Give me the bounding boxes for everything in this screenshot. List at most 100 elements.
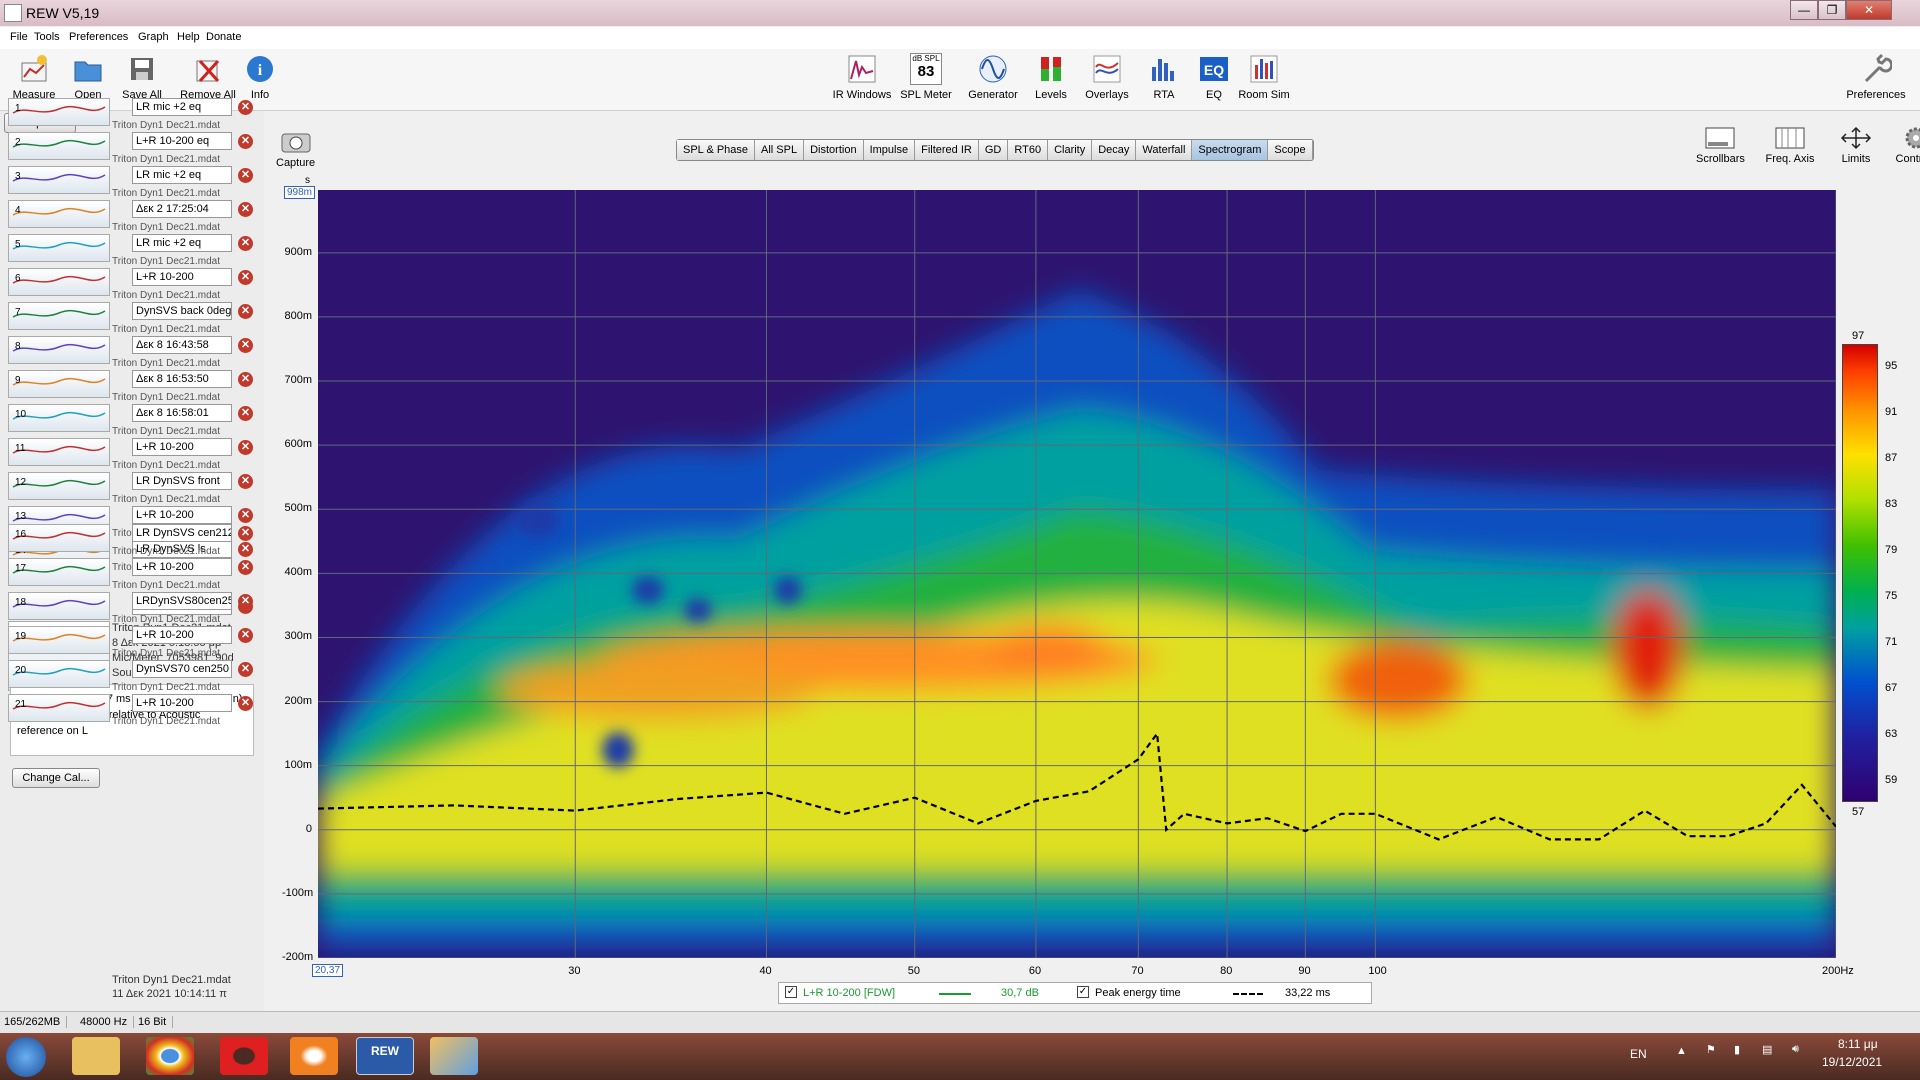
overlays-button[interactable]: Overlays [1075, 53, 1139, 101]
delete-measurement-icon[interactable]: ✕ [238, 304, 253, 319]
peak-checkbox[interactable]: ✓ [1077, 986, 1089, 998]
measurement-name[interactable]: Δεκ 8 16:58:01 [132, 404, 232, 422]
delete-measurement-icon[interactable]: ✕ [238, 134, 253, 149]
menu-graph[interactable]: Graph [138, 31, 169, 43]
measurement-name[interactable]: L+R 10-200 eq [132, 132, 232, 150]
x-min-field[interactable]: 20,37 [312, 964, 344, 977]
graph-tab[interactable]: SPL & Phase [677, 140, 756, 160]
menu-help[interactable]: Help [177, 31, 200, 43]
measurement-name[interactable]: LR mic +2 eq [132, 98, 232, 116]
measurement-row[interactable]: 21 L+R 10-200 ✕ Triton Dyn1 Dec21.mdat [4, 692, 260, 727]
preferences-button[interactable]: Preferences [1844, 53, 1908, 101]
generator-button[interactable]: Generator [961, 53, 1025, 101]
save-all-button[interactable]: Save All [110, 53, 174, 101]
measurement-name[interactable]: Δεκ 8 16:43:58 [132, 336, 232, 354]
info-button[interactable]: i Info [228, 53, 292, 101]
graph-tab[interactable]: Filtered IR [915, 140, 979, 160]
room-sim-button[interactable]: Room Sim [1232, 53, 1296, 101]
flag-icon[interactable]: ⚑ [1706, 1043, 1716, 1056]
delete-measurement-icon[interactable]: ✕ [238, 406, 253, 421]
measurement-name[interactable]: L+R 10-200 [132, 694, 232, 712]
battery-icon[interactable]: ▮ [1734, 1043, 1740, 1056]
delete-measurement-icon[interactable]: ✕ [238, 202, 253, 217]
volume-icon[interactable]: 🔊︎ [1792, 1043, 1799, 1056]
graph-tab[interactable]: RT60 [1008, 140, 1049, 160]
measurement-row[interactable]: 4 Δεκ 2 17:25:04 ✕ Triton Dyn1 Dec21.mdat [4, 198, 260, 233]
graph-tab[interactable]: Impulse [863, 140, 916, 160]
delete-measurement-icon[interactable]: ✕ [238, 100, 253, 115]
graph-tab[interactable]: Distortion [804, 140, 864, 160]
measurement-name[interactable]: DynSVS70 cen250 [132, 660, 232, 678]
spl-meter-button[interactable]: dB SPL 83 SPL Meter [894, 53, 958, 101]
network-icon[interactable]: ▤ [1762, 1043, 1772, 1056]
measurement-name[interactable]: Δεκ 8 16:53:50 [132, 370, 232, 388]
delete-measurement-icon[interactable]: ✕ [238, 662, 253, 677]
measurement-row[interactable]: 20 DynSVS70 cen250 ✕ Triton Dyn1 Dec21.mdat [4, 658, 260, 693]
delete-measurement-icon[interactable]: ✕ [238, 440, 253, 455]
menu-donate[interactable]: Donate [206, 31, 241, 43]
paint-taskbar-icon[interactable] [430, 1037, 478, 1075]
measurement-row[interactable]: 8 Δεκ 8 16:43:58 ✕ Triton Dyn1 Dec21.mdat [4, 334, 260, 369]
freq-axis-button[interactable]: Freq. Axis [1762, 126, 1818, 165]
measurement-name[interactable]: L+R 10-200 [132, 268, 232, 286]
controls-button[interactable]: Controls [1894, 126, 1920, 165]
delete-measurement-icon[interactable]: ✕ [238, 168, 253, 183]
spectrogram-plot[interactable] [318, 190, 1836, 958]
delete-measurement-icon[interactable]: ✕ [238, 474, 253, 489]
capture-button[interactable]: Capture [276, 128, 315, 169]
ir-windows-button[interactable]: IR Windows [830, 53, 894, 101]
close-button[interactable]: ✕ [1846, 0, 1892, 20]
measurement-row[interactable]: 12 LR DynSVS front ✕ Triton Dyn1 Dec21.mdat [4, 470, 260, 505]
measurement-row[interactable]: 2 L+R 10-200 eq ✕ Triton Dyn1 Dec21.mdat [4, 130, 260, 165]
measurement-row[interactable]: 7 DynSVS back 0deg ✕ Triton Dyn1 Dec21.mdat [4, 300, 260, 335]
measurement-row[interactable]: 5 LR mic +2 eq ✕ Triton Dyn1 Dec21.mdat [4, 232, 260, 267]
graph-tab[interactable]: Scope [1268, 140, 1313, 160]
limits-button[interactable]: Limits [1836, 126, 1876, 165]
measurement-row[interactable]: 16 LR DynSVS cen212 ✕ Triton Dyn1 Dec21.mda… [4, 522, 260, 557]
graph-tab[interactable]: Clarity [1048, 140, 1093, 160]
delete-measurement-icon[interactable]: ✕ [238, 508, 253, 523]
levels-button[interactable]: Levels [1019, 53, 1083, 101]
delete-measurement-icon[interactable]: ✕ [238, 594, 253, 609]
delete-measurement-icon[interactable]: ✕ [238, 270, 253, 285]
menu-preferences[interactable]: Preferences [69, 31, 128, 43]
scrollbars-button[interactable]: Scrollbars [1696, 126, 1745, 165]
measurement-name[interactable]: LR DynSVS cen212 [132, 524, 232, 542]
opera-taskbar-icon[interactable] [220, 1037, 268, 1075]
browser-taskbar-icon[interactable] [290, 1037, 338, 1075]
measurement-row[interactable]: 18 LRDynSVS80cen250 ✕ Triton Dyn1 Dec21.mda… [4, 590, 260, 625]
delete-measurement-icon[interactable]: ✕ [238, 628, 253, 643]
measurement-row[interactable]: 17 L+R 10-200 ✕ Triton Dyn1 Dec21.mdat [4, 556, 260, 591]
explorer-taskbar-icon[interactable] [72, 1037, 120, 1075]
delete-measurement-icon[interactable]: ✕ [238, 696, 253, 711]
measurement-name[interactable]: LRDynSVS80cen250 [132, 592, 232, 610]
language-indicator[interactable]: EN [1630, 1047, 1647, 1061]
measurement-row[interactable]: 6 L+R 10-200 ✕ Triton Dyn1 Dec21.mdat [4, 266, 260, 301]
rew-taskbar-icon[interactable]: REW [356, 1037, 414, 1075]
graph-tab[interactable]: Spectrogram [1192, 140, 1269, 160]
start-button[interactable] [6, 1037, 46, 1077]
delete-measurement-icon[interactable]: ✕ [238, 526, 253, 541]
graph-tab[interactable]: GD [978, 140, 1009, 160]
measurement-row[interactable]: 11 L+R 10-200 ✕ Triton Dyn1 Dec21.mdat [4, 436, 260, 471]
delete-measurement-icon[interactable]: ✕ [238, 338, 253, 353]
graph-tab[interactable]: Waterfall [1136, 140, 1193, 160]
measurement-row[interactable]: 19 L+R 10-200 ✕ Triton Dyn1 Dec21.mdat [4, 624, 260, 659]
delete-measurement-icon[interactable]: ✕ [238, 560, 253, 575]
measurement-row[interactable]: 10 Δεκ 8 16:58:01 ✕ Triton Dyn1 Dec21.mdat [4, 402, 260, 437]
measurement-name[interactable]: DynSVS back 0deg [132, 302, 232, 320]
measurement-row[interactable]: 9 Δεκ 8 16:53:50 ✕ Triton Dyn1 Dec21.mdat [4, 368, 260, 403]
graph-tab[interactable]: Decay [1092, 140, 1137, 160]
tray-expand-icon[interactable]: ▲ [1676, 1045, 1687, 1057]
measurement-name[interactable]: LR DynSVS front [132, 472, 232, 490]
measurement-name[interactable]: LR mic +2 eq [132, 166, 232, 184]
measurement-name[interactable]: L+R 10-200 [132, 626, 232, 644]
delete-measurement-icon[interactable]: ✕ [238, 372, 253, 387]
delete-measurement-icon[interactable]: ✕ [238, 236, 253, 251]
measurement-name[interactable]: L+R 10-200 [132, 558, 232, 576]
graph-tab[interactable]: All SPL [755, 140, 805, 160]
menu-tools[interactable]: Tools [34, 31, 60, 43]
chrome-taskbar-icon[interactable] [146, 1037, 194, 1075]
measurement-row[interactable]: 3 LR mic +2 eq ✕ Triton Dyn1 Dec21.mdat [4, 164, 260, 199]
y-max-field[interactable]: 998m [284, 186, 316, 199]
